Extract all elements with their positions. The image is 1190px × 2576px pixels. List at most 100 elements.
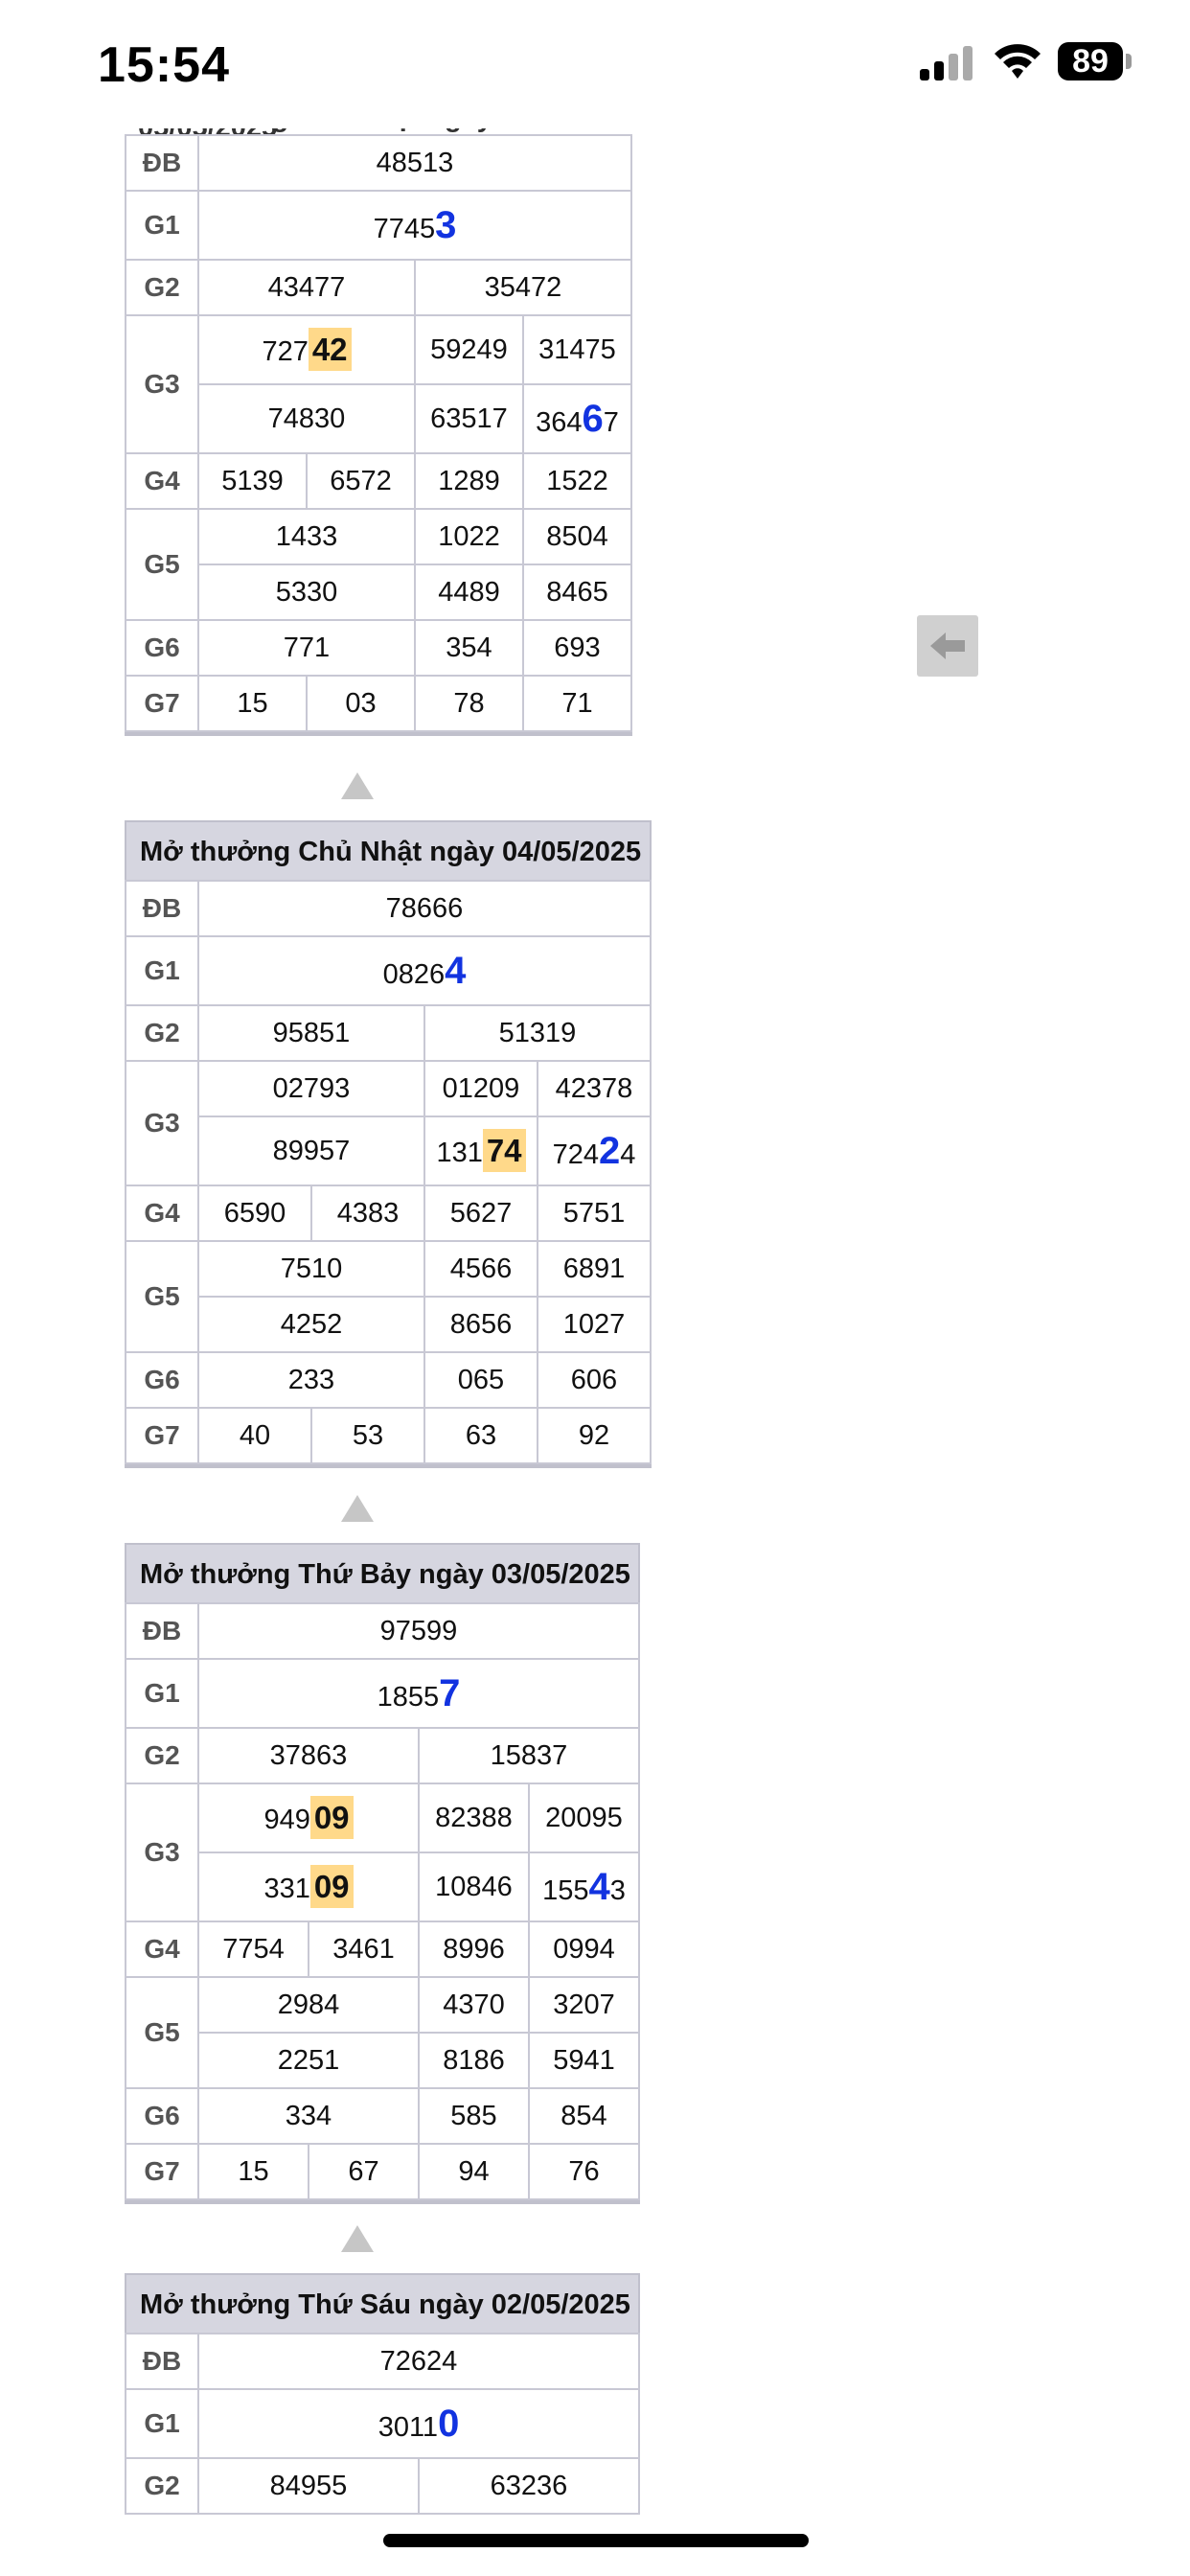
row-label-g4: G4 [125,452,199,510]
first-prize: 08264 [197,935,652,1006]
g4-cell: 7754 [197,1920,309,1978]
first-prize: 18557 [197,1658,640,1729]
g3-cell: 72424 [537,1116,652,1186]
g6-cell: 354 [414,619,524,677]
g7-cell: 78 [414,675,524,732]
g7-cell: 03 [306,675,416,732]
g3-cell: 74830 [197,383,416,454]
block-title: Mở thưởng Chủ Nhật ngày 04/05/2025 [125,820,652,880]
g4-cell: 6590 [197,1184,312,1242]
g4-cell: 4383 [310,1184,425,1242]
g6-cell: 334 [197,2087,420,2145]
highlighted-digits: 09 [309,1796,354,1839]
g3-prefix: 949 [263,1805,310,1835]
first-prize-last-digit: 7 [439,1671,461,1714]
g5-cell: 4566 [423,1240,538,1298]
battery-indicator: 89 [1058,42,1123,80]
scroll-up-arrow-icon[interactable] [341,772,374,799]
g3-prefix: 131 [436,1138,483,1168]
result-block: Mở thưởng Chủ Nhật ngày 04/05/2025 ĐB 786… [125,820,652,1468]
g6-cell: 065 [423,1351,538,1409]
row-label-g3: G3 [125,1060,199,1186]
g5-cell: 8504 [522,508,632,565]
g7-cell: 67 [308,2143,420,2200]
row-label-g7: G7 [125,1407,199,1464]
home-indicator[interactable] [383,2534,809,2547]
g5-cell: 4489 [414,564,524,621]
back-button[interactable] [917,615,978,677]
g6-cell: 585 [418,2087,530,2145]
g4-cell: 3461 [308,1920,420,1978]
g3-cell: 727 42 [197,314,416,385]
g3-cell: 01209 [423,1060,538,1117]
g2-cell: 95851 [197,1004,425,1062]
scroll-up-arrow-icon[interactable] [341,2225,374,2252]
first-prize-prefix: 0826 [382,958,446,990]
blue-digit: 4 [588,1865,610,1908]
g3-prefix: 331 [263,1874,310,1904]
g6-cell: 854 [528,2087,640,2145]
g3-cell: 63517 [414,383,524,454]
g7-cell: 94 [418,2143,530,2200]
row-label-g4: G4 [125,1920,199,1978]
row-label-g1: G1 [125,2388,199,2459]
g5-cell: 3207 [528,1976,640,2034]
table-bottom-rule [125,732,632,736]
wifi-icon [995,44,1041,79]
g7-cell: 15 [197,2143,309,2200]
g3-cell: 31475 [522,314,632,385]
g7-cell: 71 [522,675,632,732]
row-label-g7: G7 [125,675,199,732]
g4-cell: 5627 [423,1184,538,1242]
status-bar: 15:54 89 [0,0,1190,128]
special-prize: 97599 [197,1602,640,1660]
g4-cell: 5751 [537,1184,652,1242]
g6-cell: 771 [197,619,416,677]
g3-cell: 331 09 [197,1852,420,1922]
g7-cell: 76 [528,2143,640,2200]
row-label-g4: G4 [125,1184,199,1242]
row-label-g3: G3 [125,314,199,454]
row-label-db: ĐB [125,880,199,937]
g4-cell: 5139 [197,452,308,510]
row-label-db: ĐB [125,1602,199,1660]
first-prize-last-digit: 0 [438,2402,460,2445]
g5-cell: 6891 [537,1240,652,1298]
row-label-g1: G1 [125,190,199,261]
row-label-g6: G6 [125,1351,199,1409]
g3-prefix: 724 [552,1138,599,1170]
highlighted-digits: 74 [482,1129,526,1172]
row-label-g6: G6 [125,619,199,677]
first-prize-prefix: 3011 [378,2411,439,2443]
results-table: ĐB 78666 G1 08264 G2 95851 51319 G3 02793 01… [125,880,652,1464]
g3-cell: 42378 [537,1060,652,1117]
g6-cell: 606 [537,1351,652,1409]
row-label-g2: G2 [125,2457,199,2515]
g7-cell: 15 [197,675,308,732]
g2-cell: 84955 [197,2457,420,2515]
result-block: Mở thưởng Chủ Nhật ngày 05/05/2025 ĐB485… [125,113,632,736]
first-prize-prefix: 1855 [377,1681,440,1713]
g5-cell: 2251 [197,2032,420,2089]
g3-cell: 949 09 [197,1782,420,1853]
status-time: 15:54 [98,37,230,93]
row-label-g2: G2 [125,1004,199,1062]
g2-cell: 37863 [197,1727,420,1784]
first-prize-prefix: 7745 [373,213,436,244]
g5-cell: 5330 [197,564,416,621]
row-label-g6: G6 [125,2087,199,2145]
g3-prefix: 364 [536,406,583,438]
scroll-up-arrow-icon[interactable] [341,1495,374,1522]
first-prize-last-digit: 3 [435,203,457,246]
result-block: Mở thưởng Thứ Sáu ngày 02/05/2025 ĐB 7262… [125,2273,640,2515]
row-label-db: ĐB [125,134,199,192]
g3-cell: 15543 [528,1852,640,1922]
g5-cell: 1027 [537,1296,652,1353]
highlighted-digits: 09 [309,1865,354,1908]
g3-tail: 7 [603,406,619,438]
g4-cell: 8996 [418,1920,530,1978]
cellular-signal-icon [920,46,973,80]
blue-digit: 6 [582,397,604,440]
g2-cell: 35472 [414,259,632,316]
g3-cell: 89957 [197,1116,425,1186]
